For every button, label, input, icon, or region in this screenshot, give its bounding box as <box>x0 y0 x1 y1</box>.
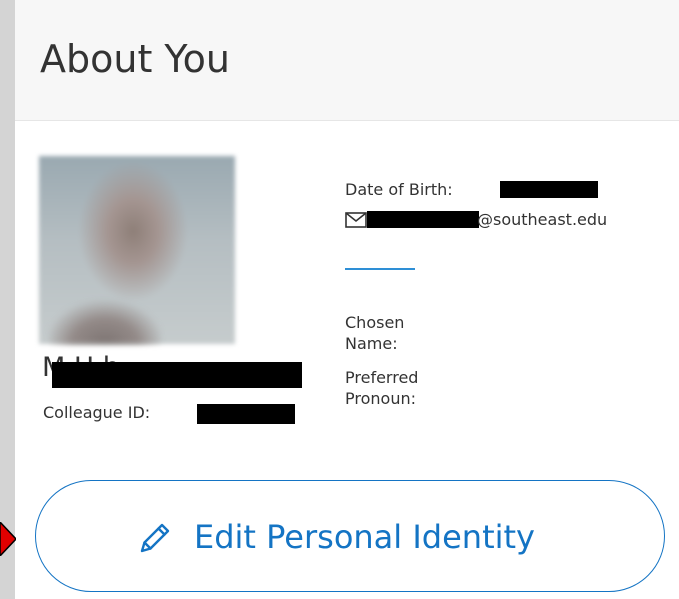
envelope-icon <box>345 212 367 228</box>
colleague-id-label: Colleague ID: <box>43 403 151 422</box>
card-header: About You <box>15 0 679 121</box>
email-domain: @southeast.edu <box>477 210 608 229</box>
name-redaction <box>52 362 302 388</box>
date-of-birth-label: Date of Birth: <box>345 180 453 199</box>
edit-personal-identity-button[interactable]: Edit Personal Identity <box>35 480 665 592</box>
colleague-id-redaction <box>197 404 295 424</box>
date-of-birth-redaction <box>500 181 598 198</box>
preferred-pronoun-label: Preferred Pronoun: <box>345 368 419 408</box>
about-you-card: About You M H h Colleague ID: Date of Bi… <box>15 0 679 599</box>
card-title: About You <box>40 37 230 81</box>
profile-photo-figure <box>49 278 161 344</box>
pencil-icon <box>140 523 170 553</box>
email-redaction <box>367 211 479 228</box>
chosen-name-label: Chosen Name: <box>345 313 405 353</box>
section-divider <box>345 268 415 270</box>
arrow-pointer-icon <box>0 522 16 556</box>
edit-personal-identity-label: Edit Personal Identity <box>194 518 535 556</box>
